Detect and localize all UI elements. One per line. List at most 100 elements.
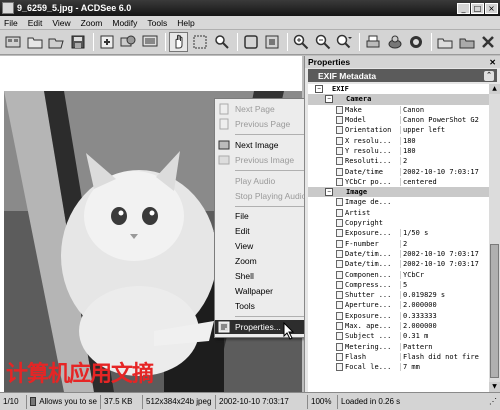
exif-property-row[interactable]: Y resolu... 180 <box>308 146 489 156</box>
exif-property-row[interactable]: X resolu... 180 <box>308 136 489 146</box>
edit-icon[interactable] <box>457 32 477 52</box>
zoom-out-icon[interactable] <box>313 32 333 52</box>
exif-group-node[interactable]: − Camera <box>308 94 489 105</box>
exif-group-node[interactable]: − Image <box>308 187 489 198</box>
menu-item-tools[interactable]: Tools ▶ <box>215 299 315 313</box>
minimize-button[interactable]: _ <box>457 2 470 14</box>
property-key: Date/time <box>345 167 383 176</box>
acquire-icon[interactable] <box>118 32 138 52</box>
exif-property-row[interactable]: Focal le... 7 mm <box>308 362 489 372</box>
exif-property-row[interactable]: Date/tim... 2002-10-10 7:03:17 <box>308 259 489 269</box>
open-folder-icon[interactable] <box>25 32 45 52</box>
property-value: 2.000000 <box>400 301 489 310</box>
property-key: Resoluti... <box>345 157 392 166</box>
menu-help[interactable]: Help <box>177 18 194 28</box>
menu-item-label: View <box>235 241 254 251</box>
print-icon[interactable] <box>363 32 383 52</box>
menu-tools[interactable]: Tools <box>147 18 167 28</box>
menu-item-properties[interactable]: Properties... <box>215 320 315 334</box>
scroll-up-icon[interactable]: ▲ <box>489 84 500 94</box>
property-key: Model <box>345 116 367 125</box>
menu-item-wallpaper[interactable]: Wallpaper ▶ <box>215 284 315 298</box>
exif-property-row[interactable]: Artist <box>308 208 489 218</box>
exif-property-row[interactable]: Copyright <box>308 218 489 228</box>
browse-icon[interactable] <box>3 32 23 52</box>
rotate-icon[interactable] <box>406 32 426 52</box>
exif-property-row[interactable]: Flash Flash did not fire <box>308 352 489 362</box>
menu-zoom[interactable]: Zoom <box>81 18 103 28</box>
menu-view[interactable]: View <box>52 18 70 28</box>
exif-property-row[interactable]: Orientation upper left <box>308 125 489 135</box>
select-tool-icon[interactable] <box>190 32 210 52</box>
exif-property-row[interactable]: Resoluti... 2 <box>308 156 489 166</box>
save-icon[interactable] <box>68 32 88 52</box>
exif-property-row[interactable]: Image de... <box>308 197 489 207</box>
exif-property-row[interactable]: Date/time 2002-10-10 7:03:17 <box>308 166 489 176</box>
menu-item-next-image[interactable]: Next Image <box>215 138 315 152</box>
menu-item-zoom[interactable]: Zoom ▶ <box>215 254 315 268</box>
slideshow-icon[interactable] <box>140 32 160 52</box>
title-bar: 9_6259_5.jpg - ACDSee 6.0 _ □ × <box>0 0 500 16</box>
scrollbar-thumb[interactable] <box>490 244 499 378</box>
exif-property-row[interactable]: Metering... Pattern <box>308 342 489 352</box>
status-zoom: 100% <box>308 394 338 409</box>
exif-property-row[interactable]: Max. ape... 2.000000 <box>308 321 489 331</box>
menu-item-stop-playing-audio[interactable]: Stop Playing Audio <box>215 189 315 203</box>
exif-property-row[interactable]: Date/tim... 2002-10-10 7:03:17 <box>308 249 489 259</box>
menu-item-view[interactable]: View ▶ <box>215 239 315 253</box>
property-icon <box>336 105 343 114</box>
import-icon[interactable] <box>97 32 117 52</box>
zoom-in-icon[interactable] <box>291 32 311 52</box>
exif-property-row[interactable]: Aperture... 2.000000 <box>308 300 489 310</box>
delete-icon[interactable] <box>478 32 498 52</box>
collapse-section-icon[interactable]: ⌃ <box>484 70 494 81</box>
menu-item-next-page[interactable]: Next Page <box>215 102 315 116</box>
close-button[interactable]: × <box>485 2 498 14</box>
wallpaper-icon[interactable] <box>435 32 455 52</box>
property-icon <box>336 311 343 320</box>
exif-property-row[interactable]: Exposure... 1/50 s <box>308 228 489 238</box>
exif-property-row[interactable]: Make Canon <box>308 105 489 115</box>
exif-metadata-section-header[interactable]: EXIF Metadata ⌃ <box>308 69 497 82</box>
exif-property-row[interactable]: F-number 2 <box>308 239 489 249</box>
menu-item-play-audio[interactable]: Play Audio ▶ <box>215 174 315 188</box>
fit-image-icon[interactable] <box>241 32 261 52</box>
close-pane-icon[interactable]: ✕ <box>489 58 496 67</box>
menu-item-previous-page[interactable]: Previous Page <box>215 117 315 131</box>
menu-item-file[interactable]: File ▶ <box>215 209 315 223</box>
scroll-down-icon[interactable]: ▼ <box>489 382 500 392</box>
collapse-node-icon[interactable]: − <box>325 95 333 104</box>
actual-size-icon[interactable] <box>262 32 282 52</box>
property-icon <box>336 260 343 269</box>
exif-property-row[interactable]: YCbCr po... centered <box>308 177 489 187</box>
open-file-icon[interactable] <box>46 32 66 52</box>
send-icon[interactable] <box>385 32 405 52</box>
acdsee-app-icon[interactable] <box>2 2 14 14</box>
menu-file[interactable]: File <box>4 18 18 28</box>
exif-property-row[interactable]: Exposure... 0.333333 <box>308 311 489 321</box>
menu-edit[interactable]: Edit <box>28 18 43 28</box>
toolbar-separator <box>287 33 289 51</box>
exif-property-row[interactable]: Subject ... 0.31 m <box>308 331 489 341</box>
collapse-node-icon[interactable]: − <box>325 188 333 197</box>
window-title: 9_6259_5.jpg - ACDSee 6.0 <box>17 3 132 13</box>
hand-tool-icon[interactable] <box>168 32 189 52</box>
menu-modify[interactable]: Modify <box>112 18 137 28</box>
collapse-node-icon[interactable]: − <box>315 85 323 94</box>
exif-property-row[interactable]: Componen... YCbCr <box>308 269 489 279</box>
properties-scrollbar[interactable]: ▲ ▼ <box>489 84 500 392</box>
maximize-button[interactable]: □ <box>471 2 484 14</box>
zoom-dropdown-icon[interactable] <box>334 32 354 52</box>
exif-property-row[interactable]: Shutter ... 0.019829 s <box>308 290 489 300</box>
property-key: Aperture... <box>345 301 392 310</box>
menu-item-shell[interactable]: Shell ▶ <box>215 269 315 283</box>
zoom-tool-icon[interactable] <box>212 32 232 52</box>
exif-property-row[interactable]: Compress... 5 <box>308 280 489 290</box>
group-label: Image <box>346 188 368 197</box>
resize-grip-icon[interactable]: ⋰ <box>486 395 500 409</box>
menu-item-edit[interactable]: Edit ▶ <box>215 224 315 238</box>
property-key: Compress... <box>345 280 392 289</box>
menu-item-previous-image[interactable]: Previous Image <box>215 153 315 167</box>
exif-property-row[interactable]: Model Canon PowerShot G2 <box>308 115 489 125</box>
exif-root-node[interactable]: − EXIF <box>308 84 489 94</box>
